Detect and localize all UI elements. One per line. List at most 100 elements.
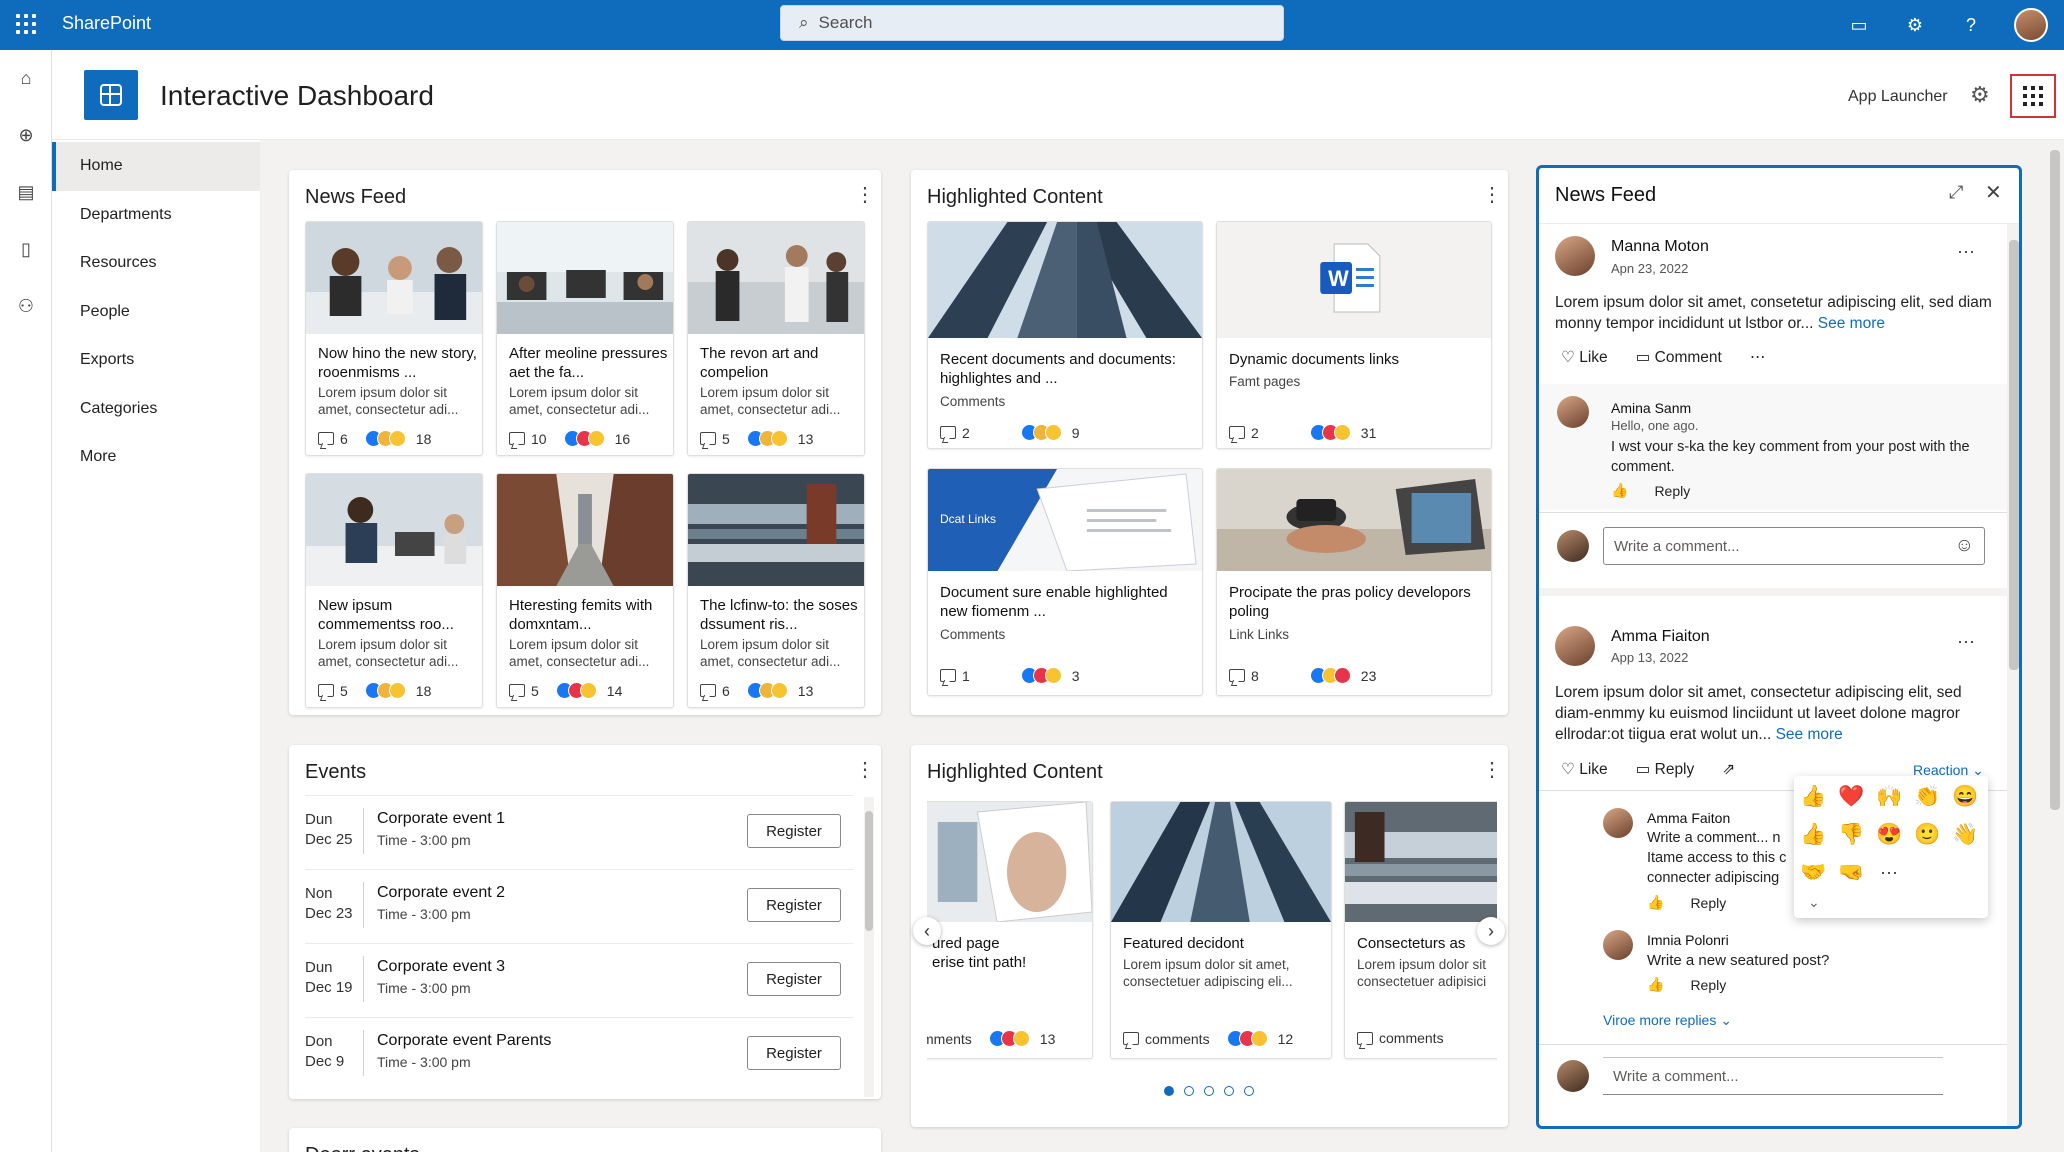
close-icon[interactable]: ✕ — [1985, 180, 2002, 205]
comment-author[interactable]: Amina Sanm — [1611, 400, 1691, 416]
page-dot[interactable] — [1244, 1086, 1254, 1096]
app-launcher-button[interactable] — [2010, 74, 2056, 118]
user-avatar[interactable] — [2014, 8, 2048, 42]
register-button[interactable]: Register — [747, 962, 841, 996]
heart-icon[interactable]: ❤️ — [1838, 784, 1864, 810]
comment-author[interactable]: Amma Faiton — [1647, 810, 1730, 826]
post-author[interactable]: Amma Fiaiton — [1611, 628, 1710, 646]
content-tile[interactable]: Recent documents and documents: highligh… — [927, 221, 1203, 449]
post-more-icon[interactable]: ⋯ — [1957, 242, 1975, 263]
events-scrollbar[interactable] — [864, 797, 874, 1097]
app-launcher-label[interactable]: App Launcher — [1848, 88, 1948, 106]
nav-item-departments[interactable]: Departments — [52, 191, 260, 240]
post-author[interactable]: Manna Moton — [1611, 238, 1709, 256]
see-more-link[interactable]: See more — [1776, 726, 1843, 743]
commenter-avatar[interactable] — [1557, 396, 1589, 428]
thumbs-down-icon[interactable]: 👎 — [1838, 822, 1864, 848]
more-options-icon[interactable]: ⋮ — [1482, 185, 1502, 205]
thumbs-up-icon[interactable]: 👍 — [1800, 784, 1826, 810]
like-button[interactable]: ♡ Like — [1561, 348, 1608, 367]
register-button[interactable]: Register — [747, 814, 841, 848]
nav-item-more[interactable]: More — [52, 433, 260, 482]
news-tile[interactable]: Now hino the new story, rooenmisms ... L… — [305, 221, 483, 456]
like-button[interactable]: ♡ Like — [1561, 760, 1608, 779]
nav-item-home[interactable]: Home — [52, 142, 260, 191]
wave-icon[interactable]: 👋 — [1952, 822, 1978, 848]
event-name[interactable]: Corporate event 3 — [377, 958, 505, 976]
comment-input[interactable]: Write a comment... — [1603, 1057, 1943, 1095]
celebrate-icon[interactable]: 🙌 — [1876, 784, 1902, 810]
carousel-title[interactable]: Consecteturs as — [1357, 934, 1465, 953]
carousel-title[interactable]: ured page erise tint path! — [932, 934, 1026, 972]
author-avatar[interactable] — [1555, 626, 1595, 666]
author-avatar[interactable] — [1555, 236, 1595, 276]
more-options-icon[interactable]: ⋮ — [1482, 760, 1502, 780]
laugh-icon[interactable]: 😄 — [1952, 784, 1978, 810]
comment-button[interactable]: ▭ Comment — [1636, 348, 1722, 367]
news-title[interactable]: The lcfinw-to: the soses dssument ris... — [700, 596, 864, 634]
nav-item-categories[interactable]: Categories — [52, 385, 260, 434]
nav-item-exports[interactable]: Exports — [52, 336, 260, 385]
emoji-icon[interactable]: ☺ — [1955, 535, 1974, 557]
event-name[interactable]: Corporate event Parents — [377, 1032, 551, 1050]
register-button[interactable]: Register — [747, 888, 841, 922]
panel-scrollbar[interactable] — [2007, 224, 2019, 1126]
content-title[interactable]: Document sure enable highlighted new fio… — [940, 583, 1190, 621]
content-title[interactable]: Dynamic documents links — [1229, 350, 1479, 369]
more-options-icon[interactable]: ⋮ — [855, 185, 875, 205]
see-more-link[interactable]: See more — [1818, 315, 1885, 332]
home-icon[interactable]: ⌂ — [0, 50, 52, 107]
sites-icon[interactable]: ⊕ — [0, 107, 52, 164]
page-scrollbar[interactable] — [2048, 142, 2062, 1152]
news-title[interactable]: After meoline pressures aet the fa... — [509, 344, 673, 382]
heart-eyes-icon[interactable]: 😍 — [1876, 822, 1902, 848]
more-reactions-icon[interactable]: ⋯ — [1876, 860, 1902, 886]
reply-button[interactable]: ▭ Reply — [1636, 760, 1695, 779]
handshake-icon[interactable]: 🤝 — [1800, 860, 1826, 886]
reply-button[interactable]: Reply — [1690, 977, 1726, 993]
content-tile[interactable]: Procipate the pras policy developors pol… — [1216, 468, 1492, 696]
carousel-tile[interactable]: ured pageerise tint path! mments13 — [927, 801, 1093, 1059]
news-title[interactable]: New ipsum commementss roo... — [318, 596, 482, 634]
more-actions-icon[interactable]: ⋯ — [1750, 348, 1766, 367]
content-tile[interactable]: W Dynamic documents links Famt pages 2 31 — [1216, 221, 1492, 449]
news-tile[interactable]: After meoline pressures aet the fa... Lo… — [496, 221, 674, 456]
reply-button[interactable]: Reply — [1654, 483, 1690, 499]
search-input[interactable]: ⌕ Search — [780, 5, 1284, 41]
carousel-prev-icon[interactable]: ‹ — [913, 917, 941, 945]
register-button[interactable]: Register — [747, 1036, 841, 1070]
news-title[interactable]: The revon art and compelion — [700, 344, 864, 382]
carousel-title[interactable]: Featured decidont — [1123, 934, 1244, 953]
comment-author[interactable]: Imnia Polonri — [1647, 932, 1729, 948]
clap-icon[interactable]: 👏 — [1914, 784, 1940, 810]
news-title[interactable]: Hteresting femits with domxntam... — [509, 596, 673, 634]
gear-icon[interactable]: ⚙ — [1970, 82, 1990, 108]
brand-label[interactable]: SharePoint — [62, 13, 151, 34]
like-icon[interactable]: 👍 — [1611, 482, 1628, 499]
commenter-avatar[interactable] — [1603, 808, 1633, 838]
content-tile[interactable]: Dcat Links Document sure enable highligh… — [927, 468, 1203, 696]
content-title[interactable]: Recent documents and documents: highligh… — [940, 350, 1190, 388]
carousel-tile[interactable]: Consecteturs as Lorem ipsum dolor sit co… — [1344, 801, 1497, 1059]
more-options-icon[interactable]: ⋮ — [855, 760, 875, 780]
chevron-down-icon[interactable]: ⌄ — [1808, 894, 1820, 911]
message-icon[interactable]: ▭ — [1846, 12, 1872, 38]
thumbs-up-icon[interactable]: 👍 — [1800, 822, 1826, 848]
page-dot[interactable] — [1224, 1086, 1234, 1096]
commenter-avatar[interactable] — [1603, 930, 1633, 960]
people-icon[interactable]: ⚇ — [0, 278, 52, 335]
waffle-icon[interactable] — [16, 14, 36, 34]
page-dot[interactable] — [1164, 1086, 1174, 1096]
expand-icon[interactable]: ⤢ — [1949, 182, 1963, 203]
news-title[interactable]: Now hino the new story, rooenmisms ... — [318, 344, 482, 382]
event-name[interactable]: Corporate event 1 — [377, 810, 505, 828]
carousel-next-icon[interactable]: › — [1477, 917, 1505, 945]
event-name[interactable]: Corporate event 2 — [377, 884, 505, 902]
smile-icon[interactable]: 🙂 — [1914, 822, 1940, 848]
news-tile[interactable]: The revon art and compelion Lorem ipsum … — [687, 221, 865, 456]
news-icon[interactable]: ▤ — [0, 164, 52, 221]
carousel-tile[interactable]: Featured decidont Lorem ipsum dolor sit … — [1110, 801, 1332, 1059]
nav-item-people[interactable]: People — [52, 288, 260, 337]
help-icon[interactable]: ? — [1958, 12, 1984, 38]
reply-button[interactable]: Reply — [1690, 895, 1726, 911]
